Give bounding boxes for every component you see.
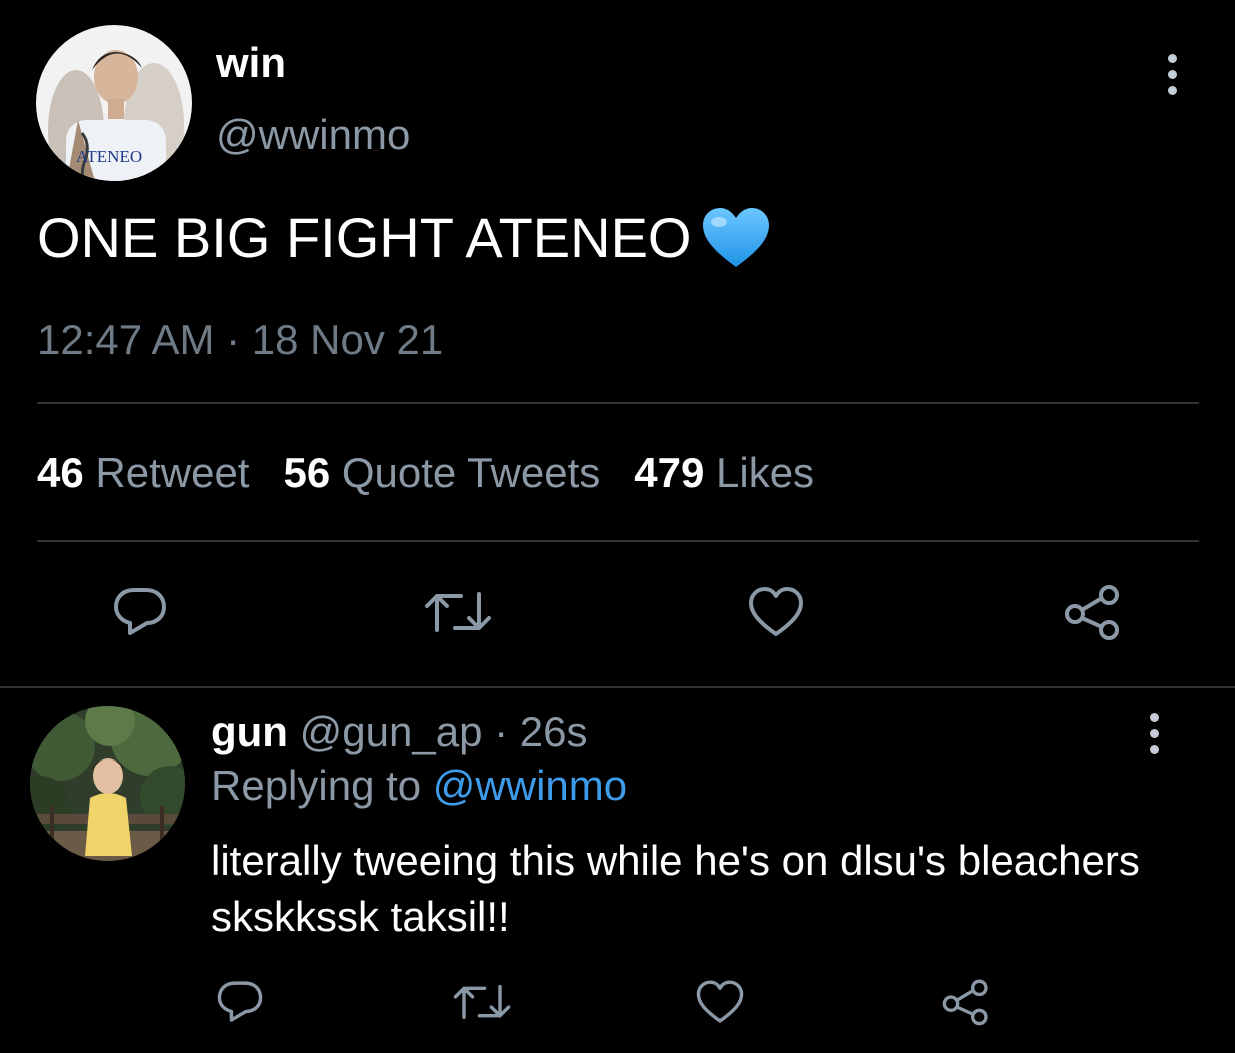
avatar[interactable]: ATENEO xyxy=(36,25,192,181)
share-icon xyxy=(942,979,988,1026)
reply-avatar-photo xyxy=(30,706,185,861)
reply-header: gun @gun_ap · 26s xyxy=(211,708,587,756)
stat-count: 56 xyxy=(283,449,331,496)
reply-share-button[interactable] xyxy=(926,962,1006,1042)
stat-label: Quote Tweets xyxy=(341,449,601,496)
stat-count: 479 xyxy=(634,449,705,496)
more-options-button[interactable] xyxy=(1152,44,1192,104)
retweet-icon xyxy=(425,592,491,632)
divider xyxy=(37,540,1199,542)
divider xyxy=(37,402,1199,404)
blue-heart-icon xyxy=(703,208,770,268)
stat-retweets[interactable]: 46 Retweet xyxy=(37,449,249,496)
reply-button[interactable] xyxy=(100,572,180,652)
reply-icon xyxy=(217,981,263,1022)
replying-to-mention[interactable]: @wwinmo xyxy=(433,762,627,809)
reply-handle-time[interactable]: @gun_ap · 26s xyxy=(300,708,588,755)
stat-likes[interactable]: 479 Likes xyxy=(634,449,814,496)
reply-avatar[interactable] xyxy=(30,706,185,861)
reply-display-name[interactable]: gun xyxy=(211,708,288,755)
reply-reply-button[interactable] xyxy=(200,962,280,1042)
display-name[interactable]: win xyxy=(216,40,286,86)
tweet-timestamp[interactable]: 12:47 AM · 18 Nov 21 xyxy=(37,315,443,365)
tweet-stats: 46 Retweet 56 Quote Tweets 479 Likes xyxy=(37,448,848,498)
retweet-button[interactable] xyxy=(418,572,498,652)
share-icon xyxy=(1065,585,1119,640)
tweet-text: ONE BIG FIGHT ATENEO xyxy=(37,206,692,269)
reply-retweet-button[interactable] xyxy=(442,962,522,1042)
reply-like-button[interactable] xyxy=(680,962,760,1042)
tweet-text-container: ONE BIG FIGHT ATENEO xyxy=(37,206,771,270)
replying-to: Replying to @wwinmo xyxy=(211,762,627,810)
stat-count: 46 xyxy=(37,449,84,496)
more-vertical-icon-dot xyxy=(1167,69,1177,79)
more-vertical-icon xyxy=(1149,712,1159,722)
share-button[interactable] xyxy=(1053,572,1133,652)
like-icon xyxy=(696,980,744,1023)
more-vertical-icon-dot xyxy=(1149,728,1159,738)
reply-icon xyxy=(114,588,166,635)
reply-text: literally tweeing this while he's on dls… xyxy=(211,837,1140,940)
stat-label: Likes xyxy=(716,449,815,496)
divider xyxy=(0,686,1235,688)
stat-quote-tweets[interactable]: 56 Quote Tweets xyxy=(283,449,600,496)
like-button[interactable] xyxy=(736,572,816,652)
reply-more-options-button[interactable] xyxy=(1134,703,1174,763)
stat-label: Retweet xyxy=(95,449,250,496)
more-vertical-icon-dot xyxy=(1167,85,1177,95)
like-icon xyxy=(749,587,803,636)
avatar-jersey-text: ATENEO xyxy=(76,147,143,166)
more-vertical-icon xyxy=(1167,53,1177,63)
replying-to-label: Replying to xyxy=(211,762,422,809)
handle[interactable]: @wwinmo xyxy=(216,112,410,158)
more-vertical-icon-dot xyxy=(1149,744,1159,754)
retweet-icon xyxy=(453,984,511,1020)
